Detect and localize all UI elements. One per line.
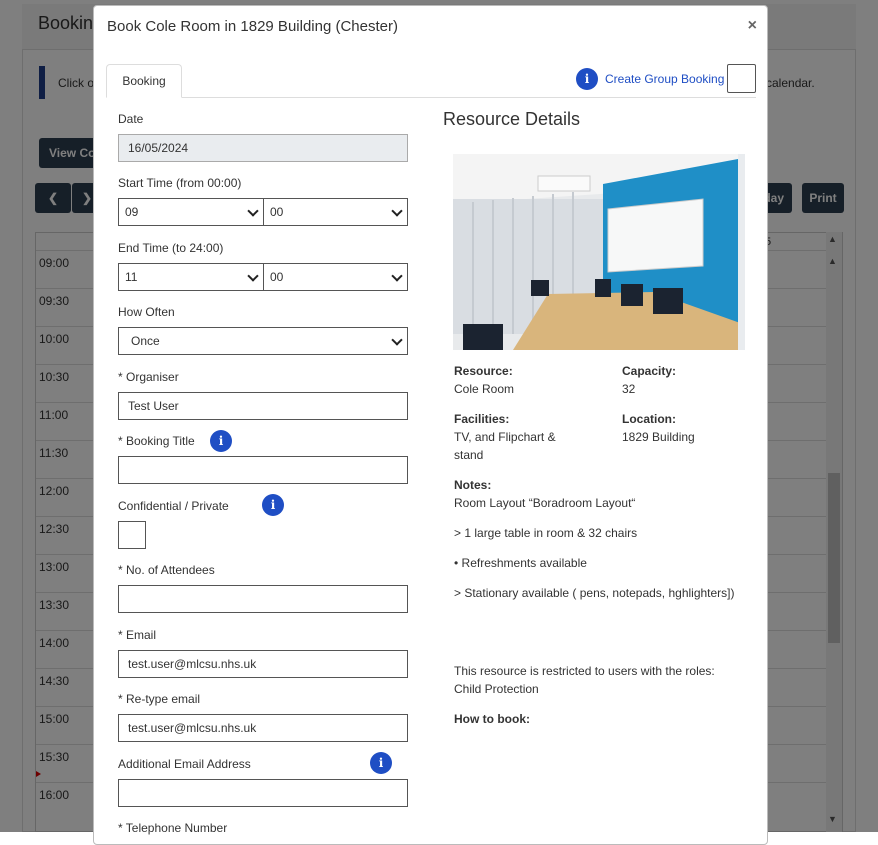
start-hour-value: 09 [125,205,139,219]
info-icon[interactable]: i [210,430,232,452]
confidential-checkbox[interactable] [118,521,146,549]
start-minute-value: 00 [270,205,284,219]
restriction-roles: Child Protection [454,682,539,696]
close-icon[interactable]: × [748,18,757,34]
chevron-down-icon [391,205,403,217]
booking-title-field[interactable] [118,456,408,484]
additional-email-label: Additional Email Address [118,757,251,771]
retype-email-field[interactable]: test.user@mlcsu.nhs.uk [118,714,408,742]
how-to-book-key: How to book: [454,712,530,726]
notes-line: Room Layout “Boradroom Layout“ [454,496,636,510]
capacity-value: 32 [622,382,636,396]
capacity-key: Capacity: [622,364,677,378]
facilities-value-line2: stand [454,448,484,462]
info-icon[interactable]: i [576,68,598,90]
info-icon[interactable]: i [262,494,284,516]
info-icon[interactable]: i [370,752,392,774]
additional-email-field[interactable] [118,779,408,807]
room-photo-image [453,154,745,350]
facilities-key: Facilities: [454,412,510,426]
chevron-down-icon [247,270,259,282]
end-minute-value: 00 [270,270,284,284]
end-hour-select[interactable]: 11 [118,263,264,291]
chevron-down-icon [391,270,403,282]
location-key: Location: [622,412,676,426]
end-minute-select[interactable]: 00 [263,263,408,291]
organiser-label: * Organiser [118,370,179,384]
booking-modal: Book Cole Room in 1829 Building (Chester… [93,5,768,845]
end-time-label: End Time (to 24:00) [118,241,224,255]
room-photo [453,154,745,350]
organiser-field[interactable]: Test User [118,392,408,420]
email-label: * Email [118,628,157,642]
location-value: 1829 Building [622,430,695,444]
modal-title: Book Cole Room in 1829 Building (Chester… [107,18,398,35]
start-minute-select[interactable]: 00 [263,198,408,226]
resource-value: Cole Room [454,382,515,396]
retype-email-label: * Re-type email [118,692,201,706]
email-field[interactable]: test.user@mlcsu.nhs.uk [118,650,408,678]
notes-line: > Stationary available ( pens, notepads,… [454,586,735,600]
chevron-down-icon [247,205,259,217]
notes-key: Notes: [454,478,492,492]
end-hour-value: 11 [125,270,138,284]
notes-line: • Refreshments available [454,556,587,570]
tab-booking[interactable]: Booking [106,64,182,98]
date-field[interactable]: 16/05/2024 [118,134,408,162]
create-group-booking-label[interactable]: Create Group Booking [605,72,724,86]
how-often-value: Once [131,334,160,348]
telephone-label: * Telephone Number [118,821,228,835]
how-often-select[interactable]: Once [118,327,408,355]
restriction-text: This resource is restricted to users wit… [454,664,715,678]
date-label: Date [118,112,144,126]
booking-title-label: * Booking Title [118,434,195,448]
confidential-label: Confidential / Private [118,499,229,513]
attendees-label: * No. of Attendees [118,563,215,577]
how-often-label: How Often [118,305,175,319]
facilities-value-line1: TV, and Flipchart & [454,430,556,444]
start-hour-select[interactable]: 09 [118,198,264,226]
resource-details-heading: Resource Details [443,109,581,129]
notes-line: > 1 large table in room & 32 chairs [454,526,638,540]
chevron-down-icon [391,334,403,346]
start-time-label: Start Time (from 00:00) [118,176,242,190]
tab-strip [106,97,756,98]
create-group-booking-checkbox[interactable] [727,64,756,93]
attendees-field[interactable] [118,585,408,613]
resource-key: Resource: [454,364,513,378]
